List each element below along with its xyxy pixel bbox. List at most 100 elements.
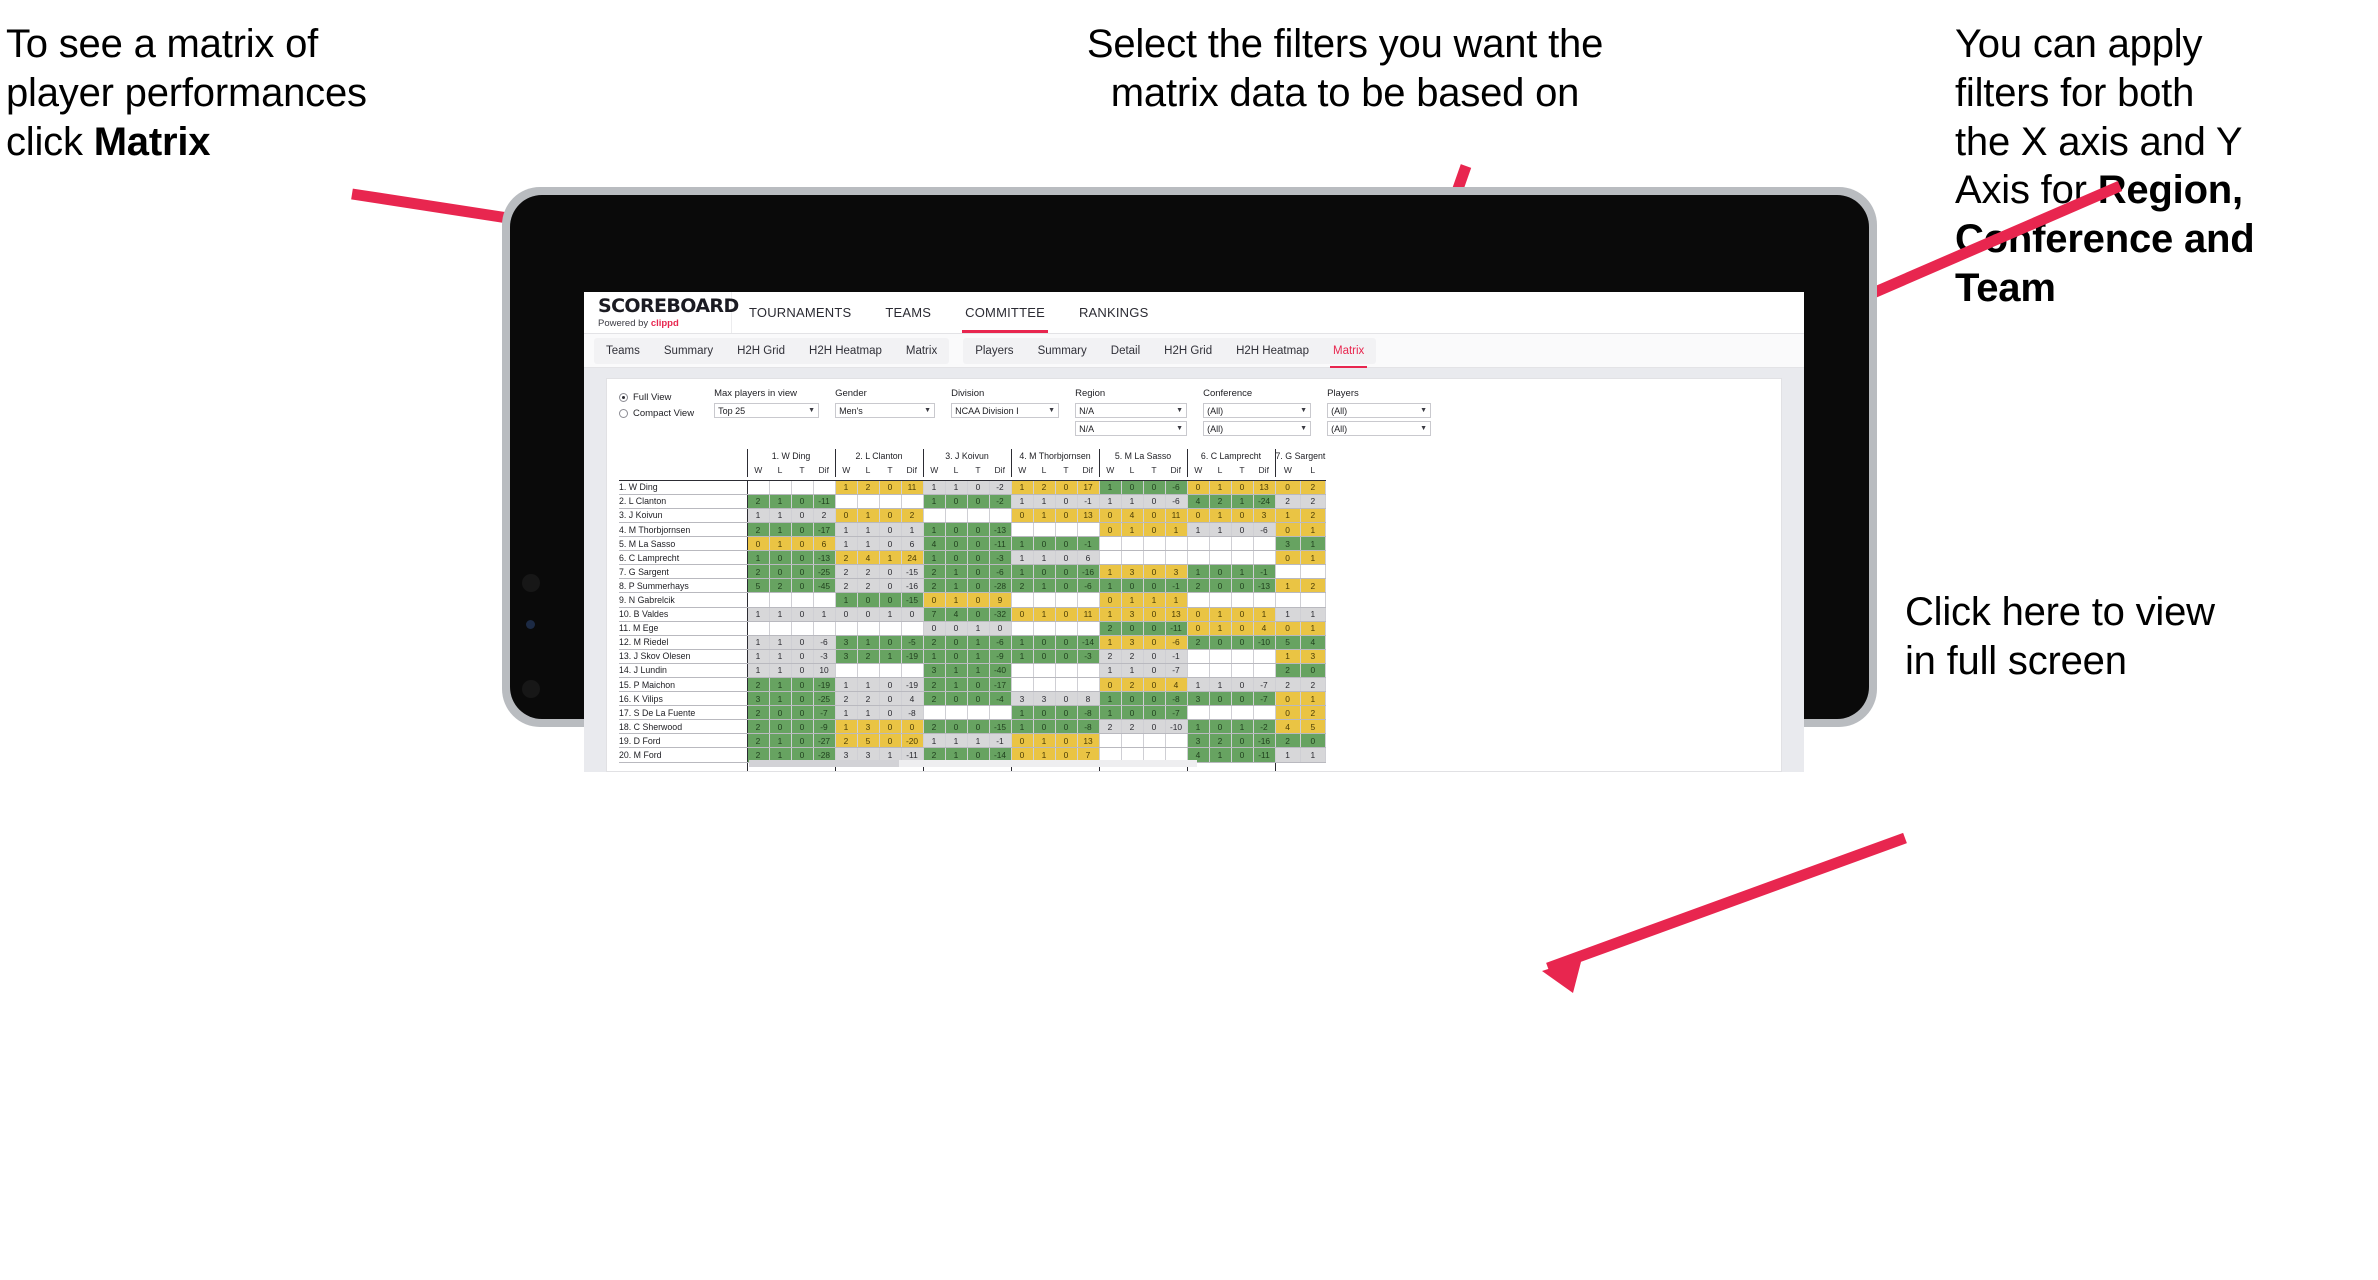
matrix-cell[interactable]: 0	[967, 536, 990, 552]
matrix-cell[interactable]: 1	[1300, 536, 1326, 552]
matrix-cell[interactable]: 0	[1186, 621, 1210, 636]
matrix-cell[interactable]: 0	[1055, 691, 1078, 707]
matrix-cell[interactable]: 0	[1143, 480, 1166, 495]
matrix-cell[interactable]: 1	[1186, 564, 1210, 580]
matrix-cell[interactable]: 0	[945, 536, 968, 552]
matrix-cell[interactable]	[1121, 550, 1144, 566]
matrix-cell[interactable]: 4	[1300, 635, 1326, 650]
matrix-cell[interactable]: 1	[1300, 607, 1326, 622]
matrix-cell[interactable]: 0	[1274, 705, 1301, 721]
matrix-cell[interactable]: 0	[1231, 480, 1254, 495]
matrix-cell[interactable]: 4	[1274, 719, 1301, 735]
matrix-cell[interactable]: 0	[1098, 592, 1122, 608]
matrix-cell[interactable]: 1	[857, 522, 880, 538]
matrix-cell[interactable]: 1	[1186, 677, 1210, 693]
matrix-cell[interactable]: 1	[1010, 635, 1034, 650]
filter-division-select[interactable]: NCAA Division I ▼	[951, 403, 1060, 418]
matrix-cell[interactable]: 1	[746, 635, 770, 650]
matrix-cell[interactable]: 3	[1186, 691, 1210, 707]
matrix-cell[interactable]: 1	[1209, 747, 1232, 763]
matrix-cell[interactable]	[746, 480, 770, 495]
matrix-cell[interactable]: 0	[879, 705, 902, 721]
matrix-cell[interactable]: 0	[1209, 691, 1232, 707]
matrix-cell[interactable]: 1	[1253, 607, 1276, 622]
matrix-cell[interactable]	[1274, 592, 1301, 608]
matrix-cell[interactable]: 1	[834, 677, 858, 693]
matrix-cell[interactable]	[1209, 705, 1232, 721]
matrix-cell[interactable]: 1	[746, 550, 770, 566]
matrix-cell[interactable]: 0	[879, 536, 902, 552]
matrix-cell[interactable]: 1	[1010, 480, 1034, 495]
matrix-cell[interactable]: -9	[813, 719, 836, 735]
matrix-cell[interactable]: 0	[1231, 635, 1254, 650]
matrix-cell[interactable]: 0	[834, 607, 858, 622]
horizontal-scrollbar[interactable]	[749, 760, 1197, 767]
matrix-cell[interactable]: 3	[834, 649, 858, 664]
matrix-cell[interactable]	[989, 705, 1012, 721]
matrix-cell[interactable]: 0	[1209, 564, 1232, 580]
matrix-cell[interactable]: 1	[1098, 691, 1122, 707]
matrix-cell[interactable]: 1	[922, 733, 946, 749]
matrix-cell[interactable]: 3	[1253, 508, 1276, 523]
matrix-cell[interactable]	[1231, 663, 1254, 679]
matrix-cell[interactable]	[1300, 592, 1326, 608]
matrix-cell[interactable]: 1	[1209, 677, 1232, 693]
matrix-cell[interactable]: -13	[989, 522, 1012, 538]
matrix-cell[interactable]: 4	[1186, 494, 1210, 509]
matrix-row[interactable]: 1. W Ding 1 2 0 11 1 1 0 -2 1 2 0 17 1 0 0 -6 0 1 0 13 0 2	[619, 480, 1326, 495]
matrix-cell[interactable]: -1	[1165, 578, 1188, 594]
matrix-cell[interactable]	[1209, 649, 1232, 664]
matrix-cell[interactable]	[791, 480, 814, 495]
filter-conference-select-y[interactable]: (All) ▼	[1203, 421, 1312, 436]
matrix-cell[interactable]: 0	[945, 635, 968, 650]
matrix-cell[interactable]: 2	[746, 733, 770, 749]
matrix-cell[interactable]: 1	[1165, 592, 1188, 608]
filter-gender-select[interactable]: Men's ▼	[835, 403, 936, 418]
subnav-item-players-matrix[interactable]: Matrix	[1321, 338, 1376, 368]
matrix-row[interactable]: 8. P Summerhays 5 2 0 -45 2 2 0 -16 2 1 0 -28 2 1 0 -6 1 0…	[619, 578, 1326, 594]
matrix-cell[interactable]: 2	[1274, 663, 1301, 679]
matrix-cell[interactable]: 0	[791, 494, 814, 509]
matrix-cell[interactable]	[1165, 733, 1188, 749]
matrix-cell[interactable]: 1	[769, 691, 792, 707]
matrix-cell[interactable]: 1	[1010, 494, 1034, 509]
matrix-cell[interactable]: 6	[813, 536, 836, 552]
matrix-cell[interactable]	[1231, 705, 1254, 721]
matrix-cell[interactable]: 13	[1253, 480, 1276, 495]
matrix-cell[interactable]: 0	[1055, 719, 1078, 735]
matrix-cell[interactable]: 0	[791, 522, 814, 538]
matrix-cell[interactable]: 0	[1010, 508, 1034, 523]
matrix-row[interactable]: 19. D Ford 2 1 0 -27 2 5 0 -20 1 1 1 -1 0 1 0 13 3 2 0 -16 2 0	[619, 733, 1326, 749]
matrix-cell[interactable]: 0	[1033, 536, 1056, 552]
matrix-cell[interactable]	[1186, 536, 1210, 552]
matrix-cell[interactable]: 1	[1121, 522, 1144, 538]
matrix-cell[interactable]: 0	[1274, 480, 1301, 495]
matrix-cell[interactable]: 0	[879, 592, 902, 608]
matrix-cell[interactable]: 0	[791, 635, 814, 650]
matrix-cell[interactable]: 0	[791, 607, 814, 622]
matrix-cell[interactable]: -40	[989, 663, 1012, 679]
subnav-item-teams-matrix[interactable]: Matrix	[894, 338, 949, 364]
matrix-cell[interactable]: 1	[922, 494, 946, 509]
matrix-cell[interactable]: 1	[1274, 607, 1301, 622]
matrix-cell[interactable]: 0	[967, 719, 990, 735]
matrix-cell[interactable]: 1	[1300, 747, 1326, 763]
matrix-cell[interactable]	[1165, 536, 1188, 552]
matrix-cell[interactable]: 3	[1121, 635, 1144, 650]
matrix-row[interactable]: 17. S De La Fuente 2 0 0 -7 1 1 0 -8 1 0 0 -8 1 0 0 -7 0 2	[619, 705, 1326, 721]
matrix-cell[interactable]: -1	[1077, 494, 1100, 509]
matrix-cell[interactable]	[1010, 522, 1034, 538]
matrix-cell[interactable]: 1	[1231, 719, 1254, 735]
matrix-cell[interactable]: 7	[922, 607, 946, 622]
matrix-cell[interactable]: 0	[879, 480, 902, 495]
matrix-cell[interactable]: 1	[1098, 494, 1122, 509]
matrix-cell[interactable]	[1121, 733, 1144, 749]
matrix-cell[interactable]: 0	[967, 691, 990, 707]
matrix-cell[interactable]: 1	[834, 592, 858, 608]
matrix-cell[interactable]: 0	[791, 649, 814, 664]
matrix-cell[interactable]: 4	[945, 607, 968, 622]
matrix-cell[interactable]	[791, 592, 814, 608]
matrix-cell[interactable]: 4	[857, 550, 880, 566]
matrix-cell[interactable]: 1	[967, 733, 990, 749]
matrix-cell[interactable]: 2	[746, 705, 770, 721]
